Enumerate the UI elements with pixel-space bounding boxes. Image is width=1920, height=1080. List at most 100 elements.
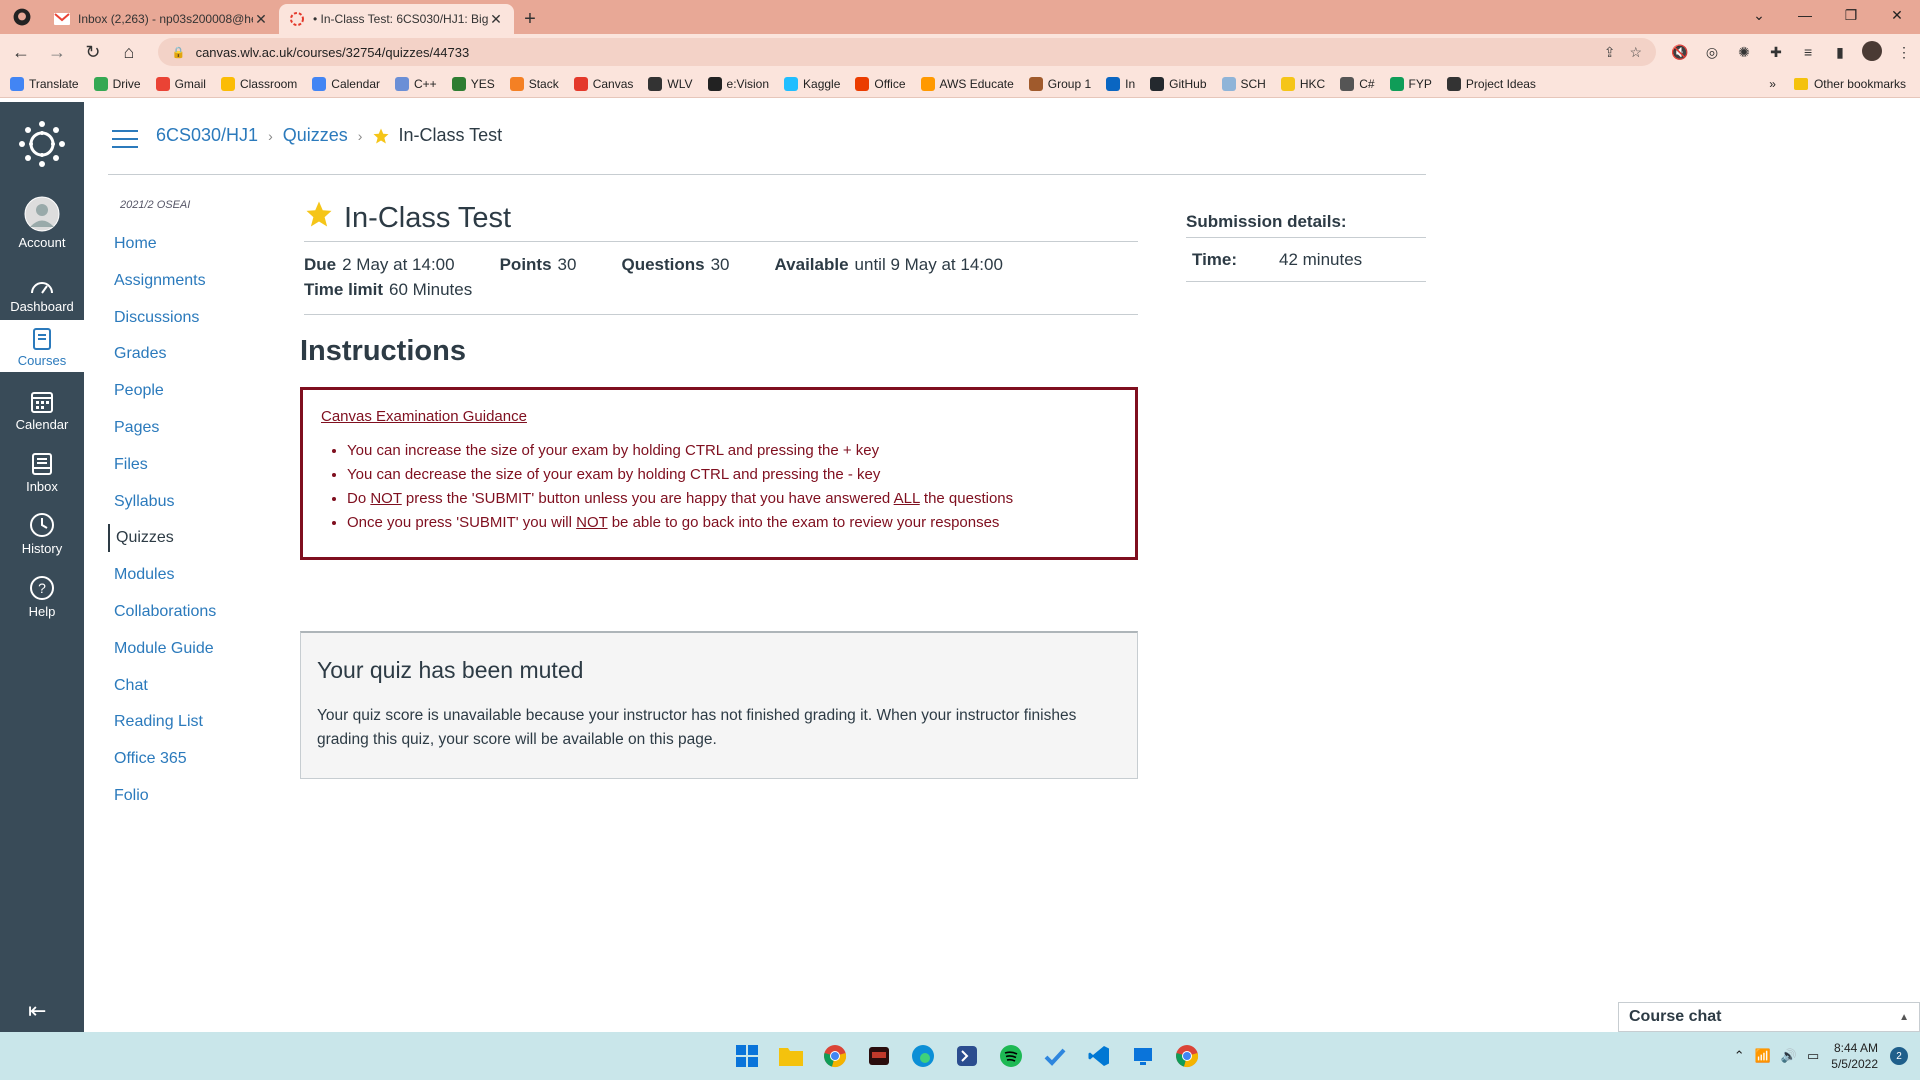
app-red-icon[interactable] bbox=[857, 1038, 901, 1074]
bookmark-fyp[interactable]: FYP bbox=[1389, 76, 1432, 91]
chevron-up-icon[interactable]: ⌃ bbox=[1734, 1048, 1745, 1064]
global-nav-inbox[interactable]: Inbox bbox=[0, 446, 84, 508]
share-icon[interactable]: ⇪ bbox=[1604, 44, 1616, 61]
lock-icon[interactable]: 🔒 bbox=[172, 46, 186, 59]
extensions-puzzle-icon[interactable]: ✚ bbox=[1760, 44, 1792, 61]
windows-start-icon[interactable] bbox=[725, 1038, 769, 1074]
browser-menu-icon[interactable]: ⋮ bbox=[1888, 44, 1920, 61]
bookmark-c-[interactable]: C++ bbox=[395, 76, 437, 91]
details-divider bbox=[304, 314, 1138, 315]
close-window-icon[interactable]: ✕ bbox=[1874, 0, 1920, 30]
other-bookmarks[interactable]: Other bookmarks bbox=[1814, 77, 1906, 91]
todo-icon[interactable] bbox=[1033, 1038, 1077, 1074]
chrome-icon[interactable] bbox=[813, 1038, 857, 1074]
course-nav-discussions[interactable]: Discussions bbox=[108, 304, 288, 341]
remote-desktop-icon[interactable] bbox=[1121, 1038, 1165, 1074]
restore-icon[interactable]: ❐ bbox=[1828, 0, 1874, 30]
course-nav-quizzes[interactable]: Quizzes bbox=[108, 524, 288, 553]
close-tab-icon[interactable]: ✕ bbox=[253, 11, 269, 28]
bookmark-project-ideas[interactable]: Project Ideas bbox=[1446, 76, 1536, 91]
course-nav-collaborations[interactable]: Collaborations bbox=[108, 598, 288, 635]
close-tab-icon[interactable]: ✕ bbox=[488, 11, 504, 28]
extension-loader-icon[interactable]: ✺ bbox=[1728, 44, 1760, 61]
course-nav-files[interactable]: Files bbox=[108, 451, 288, 488]
bookmark-github[interactable]: GitHub bbox=[1150, 76, 1207, 91]
bookmark-classroom[interactable]: Classroom bbox=[220, 76, 297, 91]
bookmark-kaggle[interactable]: Kaggle bbox=[784, 76, 840, 91]
bookmark-hkc[interactable]: HKC bbox=[1280, 76, 1325, 91]
bookmark-stack[interactable]: Stack bbox=[509, 76, 559, 91]
wifi-icon[interactable]: 📶 bbox=[1755, 1048, 1771, 1064]
file-explorer-icon[interactable] bbox=[769, 1038, 813, 1074]
visual-studio-app-icon[interactable] bbox=[945, 1038, 989, 1074]
new-tab-button[interactable]: + bbox=[514, 4, 546, 34]
github-tab-icon[interactable] bbox=[0, 0, 44, 34]
clock-date: 5/5/2022 bbox=[1831, 1057, 1878, 1071]
bookmark-drive[interactable]: Drive bbox=[93, 76, 141, 91]
course-nav-folio[interactable]: Folio bbox=[108, 782, 288, 819]
side-panel-icon[interactable]: ▮ bbox=[1824, 44, 1856, 61]
course-nav-home[interactable]: Home bbox=[108, 230, 288, 267]
bookmark-translate[interactable]: Translate bbox=[10, 76, 79, 91]
course-chat-widget[interactable]: Course chat ▲ bbox=[1618, 1002, 1920, 1032]
chrome-active-icon[interactable] bbox=[1165, 1038, 1209, 1074]
breadcrumb-quizzes[interactable]: Quizzes bbox=[283, 125, 348, 146]
mute-icon[interactable]: 🔇 bbox=[1664, 44, 1696, 61]
bookmark-yes[interactable]: YES bbox=[451, 76, 495, 91]
bookmark-calendar[interactable]: Calendar bbox=[312, 76, 380, 91]
tab-search-icon[interactable]: ⌄ bbox=[1736, 0, 1782, 30]
spotify-icon[interactable] bbox=[989, 1038, 1033, 1074]
bookmark-group-1[interactable]: Group 1 bbox=[1028, 76, 1091, 91]
course-nav-reading-list[interactable]: Reading List bbox=[108, 708, 288, 745]
global-nav-history[interactable]: History bbox=[0, 508, 84, 570]
address-bar[interactable]: 🔒 canvas.wlv.ac.uk/courses/32754/quizzes… bbox=[157, 38, 1657, 66]
bookmark-office[interactable]: Office bbox=[855, 76, 906, 91]
more-bookmarks-icon[interactable]: » bbox=[1769, 77, 1776, 91]
course-nav-office-365[interactable]: Office 365 bbox=[108, 745, 288, 782]
course-nav-syllabus[interactable]: Syllabus bbox=[108, 488, 288, 525]
course-nav-module-guide[interactable]: Module Guide bbox=[108, 635, 288, 672]
bookmark-in[interactable]: In bbox=[1106, 76, 1135, 91]
course-nav-people[interactable]: People bbox=[108, 377, 288, 414]
exam-guidance-link[interactable]: Canvas Examination Guidance bbox=[321, 408, 527, 425]
global-nav-courses[interactable]: Courses bbox=[0, 320, 84, 372]
course-nav-grades[interactable]: Grades bbox=[108, 340, 288, 377]
profile-avatar-icon[interactable] bbox=[1856, 40, 1888, 64]
global-nav-help[interactable]: ? Help bbox=[0, 571, 84, 633]
bookmark-sch[interactable]: SCH bbox=[1221, 76, 1266, 91]
back-icon[interactable]: ← bbox=[6, 37, 36, 67]
minimize-icon[interactable]: — bbox=[1782, 0, 1828, 30]
home-icon[interactable]: ⌂ bbox=[114, 37, 144, 67]
bookmark-gmail[interactable]: Gmail bbox=[155, 76, 206, 91]
vscode-icon[interactable] bbox=[1077, 1038, 1121, 1074]
breadcrumb-course[interactable]: 6CS030/HJ1 bbox=[156, 125, 258, 146]
course-nav-modules[interactable]: Modules bbox=[108, 561, 288, 598]
caret-up-icon[interactable]: ▲ bbox=[1899, 1012, 1909, 1023]
tab-inbox[interactable]: Inbox (2,263) - np03s200008@he ✕ bbox=[44, 4, 279, 34]
battery-icon[interactable]: ▭ bbox=[1807, 1048, 1819, 1064]
course-menu-toggle-icon[interactable] bbox=[112, 130, 138, 148]
global-nav-dashboard[interactable]: Dashboard bbox=[0, 266, 84, 328]
edge-icon[interactable] bbox=[901, 1038, 945, 1074]
global-nav-calendar[interactable]: Calendar bbox=[0, 384, 84, 446]
forward-icon[interactable]: → bbox=[42, 37, 72, 67]
bookmark-canvas[interactable]: Canvas bbox=[573, 76, 633, 91]
media-control-icon[interactable]: ≡ bbox=[1792, 44, 1824, 60]
extension-g-icon[interactable]: ◎ bbox=[1696, 44, 1728, 61]
course-nav-chat[interactable]: Chat bbox=[108, 672, 288, 709]
tab-quiz[interactable]: • In-Class Test: 6CS030/HJ1: Big ✕ bbox=[279, 4, 514, 34]
bookmark-star-icon[interactable]: ☆ bbox=[1629, 44, 1642, 61]
notification-badge[interactable]: 2 bbox=[1890, 1047, 1908, 1065]
bookmark-aws-educate[interactable]: AWS Educate bbox=[920, 76, 1014, 91]
bookmark-wlv[interactable]: WLV bbox=[648, 76, 693, 91]
collapse-nav-icon[interactable]: ⇤ bbox=[28, 998, 46, 1024]
bookmark-c-[interactable]: C# bbox=[1340, 76, 1375, 91]
global-nav-account[interactable]: Account bbox=[0, 194, 84, 256]
bookmark-e-vision[interactable]: e:Vision bbox=[707, 76, 769, 91]
course-nav-assignments[interactable]: Assignments bbox=[108, 267, 288, 304]
clock[interactable]: 8:44 AM 5/5/2022 bbox=[1831, 1040, 1878, 1072]
reload-icon[interactable]: ↻ bbox=[78, 37, 108, 67]
course-nav-pages[interactable]: Pages bbox=[108, 414, 288, 451]
volume-icon[interactable]: 🔊 bbox=[1781, 1048, 1797, 1064]
canvas-logo-icon[interactable] bbox=[18, 120, 66, 168]
